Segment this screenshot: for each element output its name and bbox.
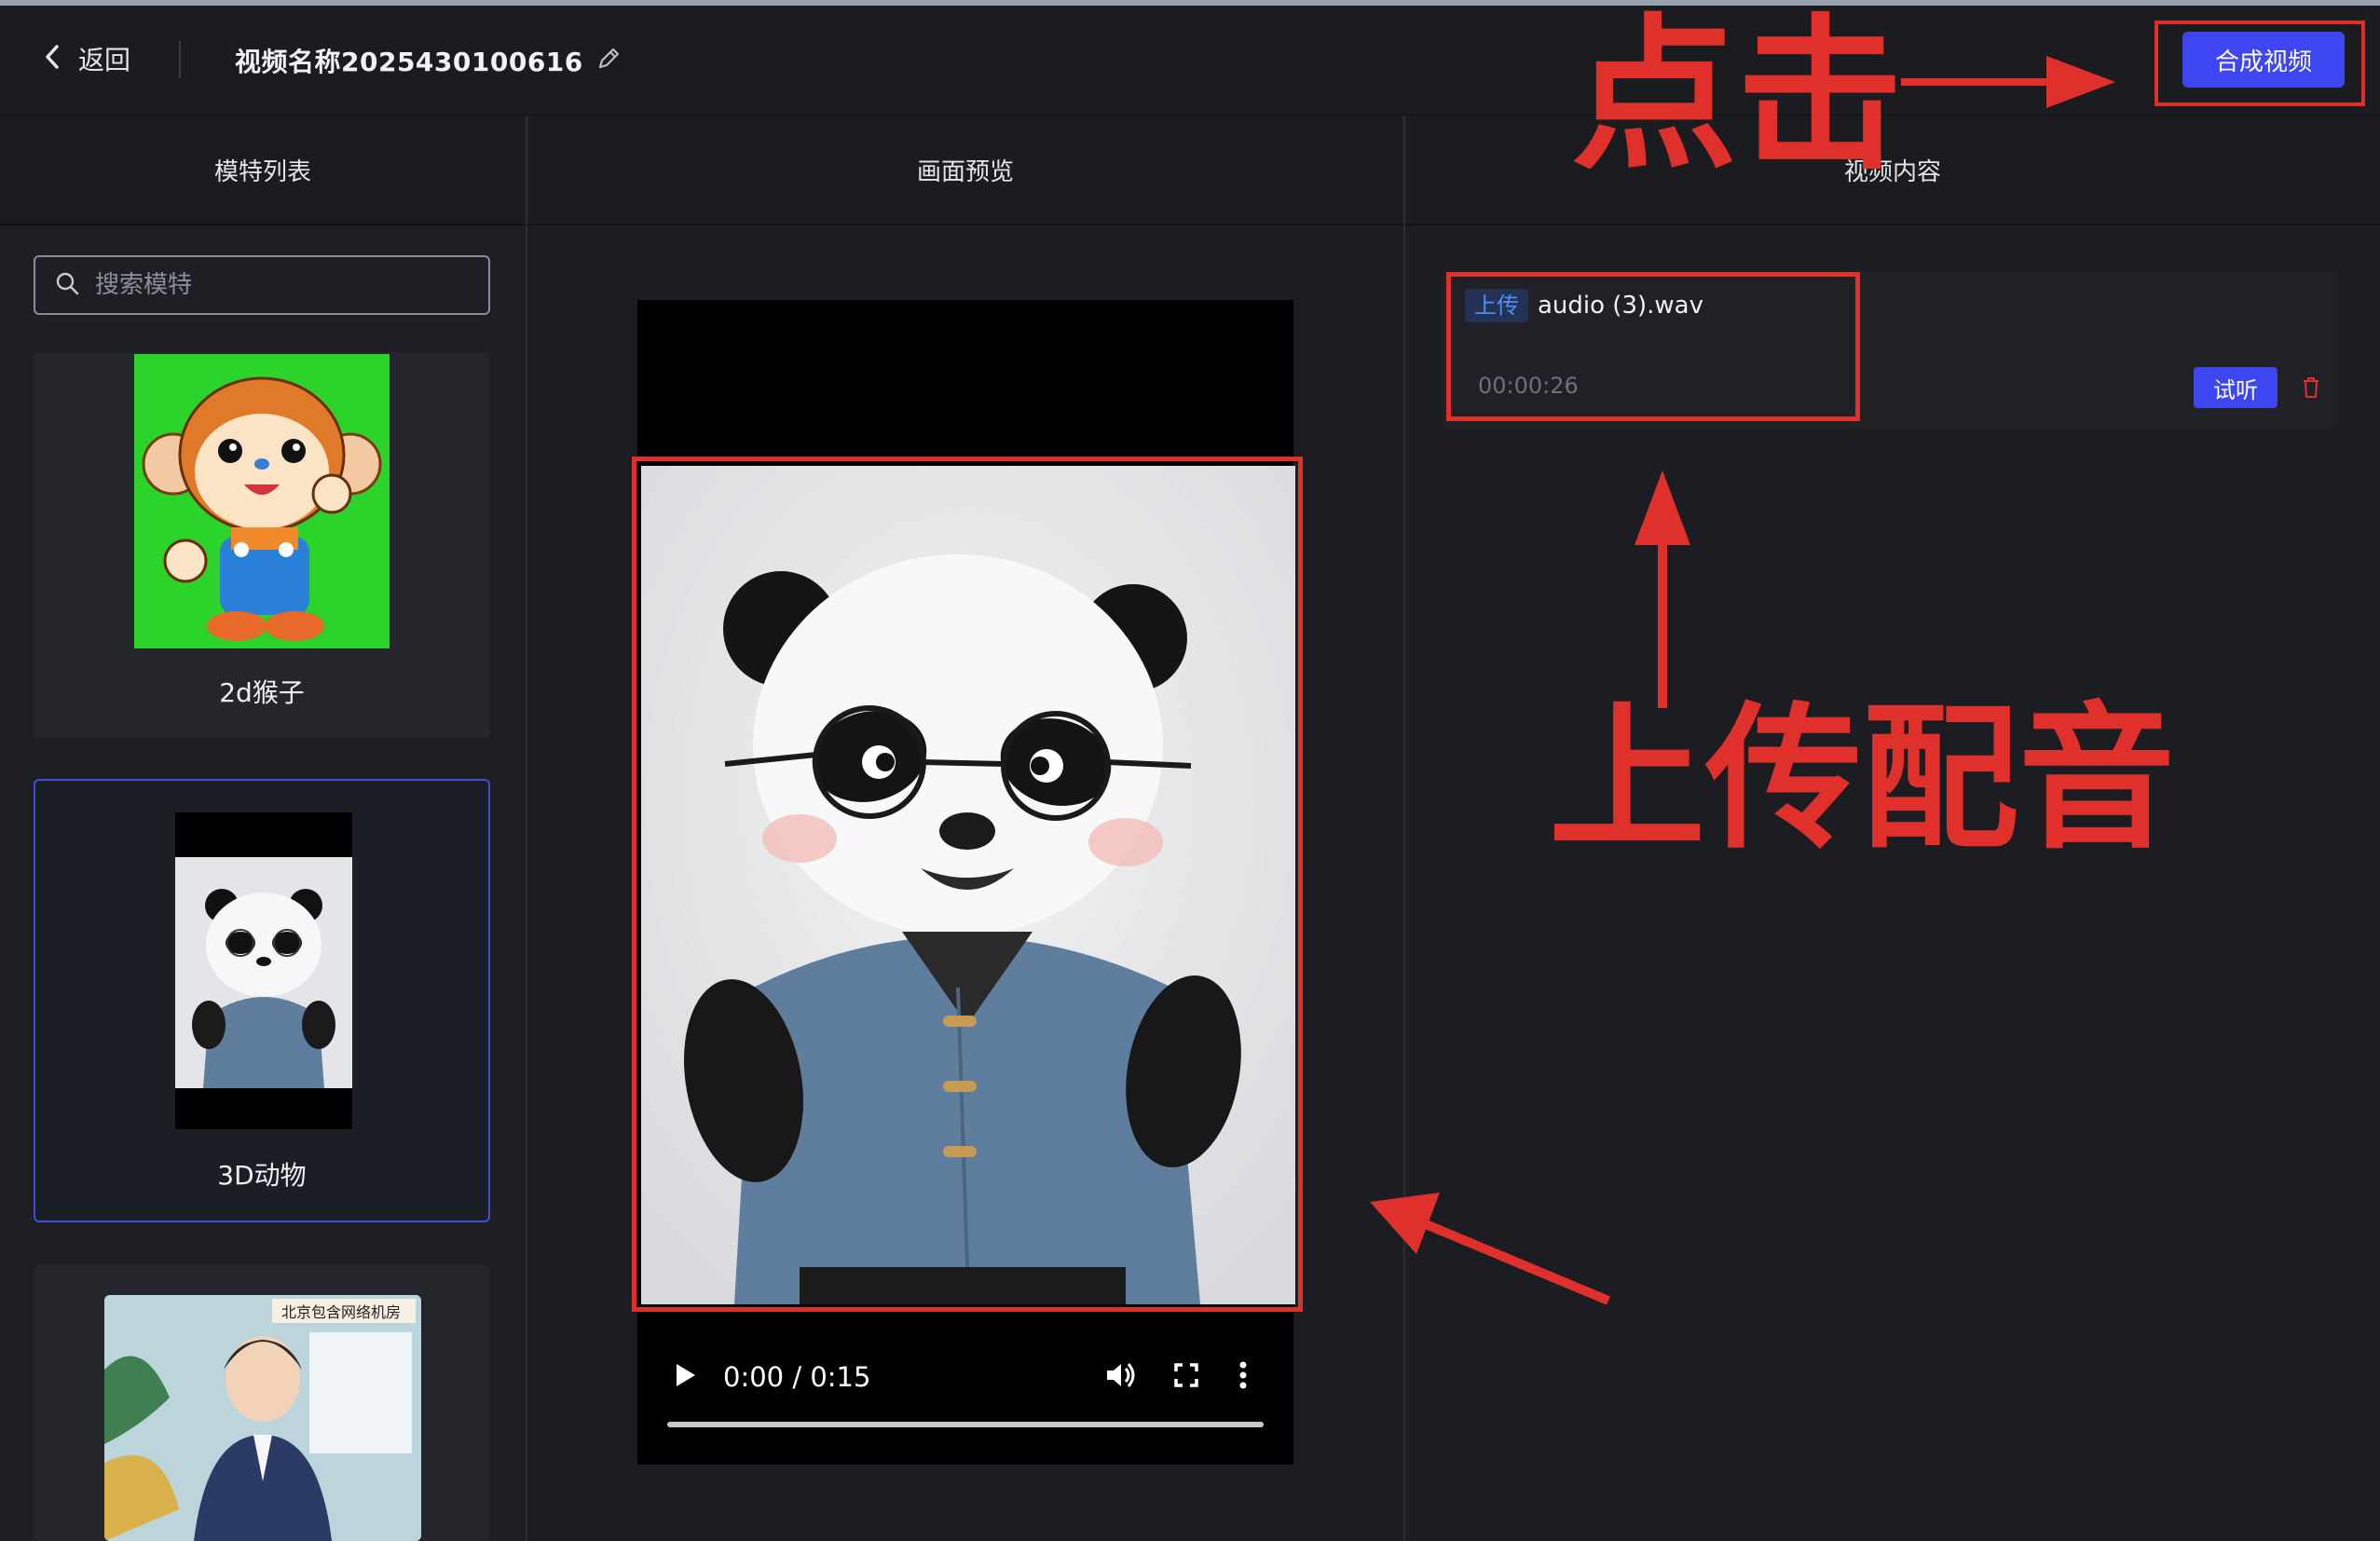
arrow-to-preview <box>1370 1193 1610 1305</box>
arrow-to-audio <box>1635 470 1690 708</box>
arrow-to-compose <box>1901 56 2115 108</box>
annotation-arrows <box>1370 56 2115 1305</box>
